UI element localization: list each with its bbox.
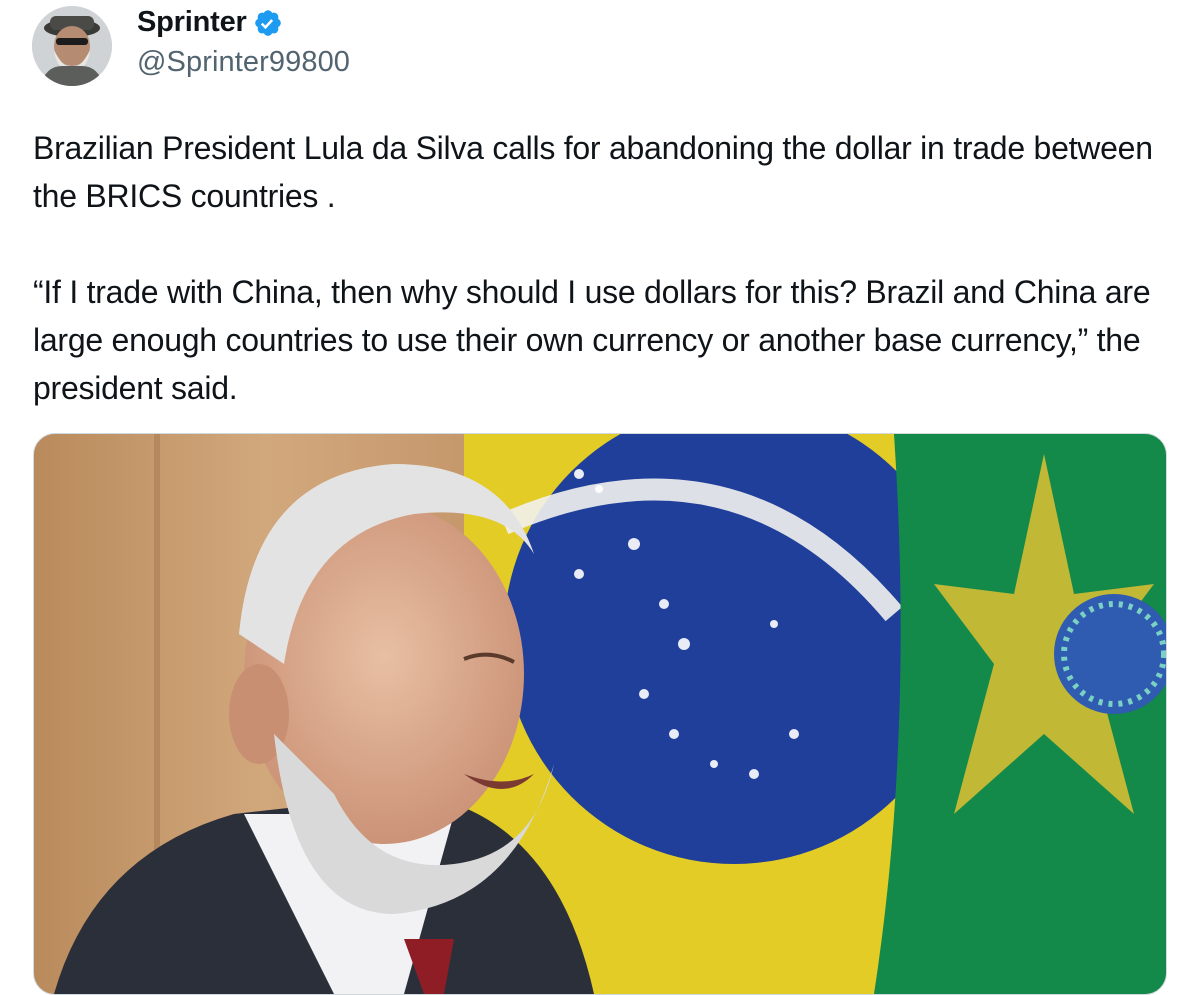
tweet-paragraph: Brazilian President Lula da Silva calls … (33, 130, 1153, 214)
author-handle[interactable]: @Sprinter99800 (137, 46, 350, 79)
author-display-name[interactable]: Sprinter (137, 6, 283, 39)
photo-lula-with-brazilian-flag-icon (34, 434, 1166, 994)
verified-check-badge-icon (253, 8, 283, 38)
tweet-media-photo[interactable] (33, 433, 1167, 995)
author-avatar[interactable] (32, 6, 112, 86)
tweet: Sprinter @Sprinter99800 Brazilian Presid… (0, 0, 1188, 995)
tweet-paragraph: “If I trade with China, then why should … (33, 274, 1151, 406)
display-name-text: Sprinter (137, 6, 247, 38)
avatar-bearded-man-in-cap-icon (32, 6, 112, 86)
tweet-text: Brazilian President Lula da Silva calls … (33, 124, 1158, 412)
